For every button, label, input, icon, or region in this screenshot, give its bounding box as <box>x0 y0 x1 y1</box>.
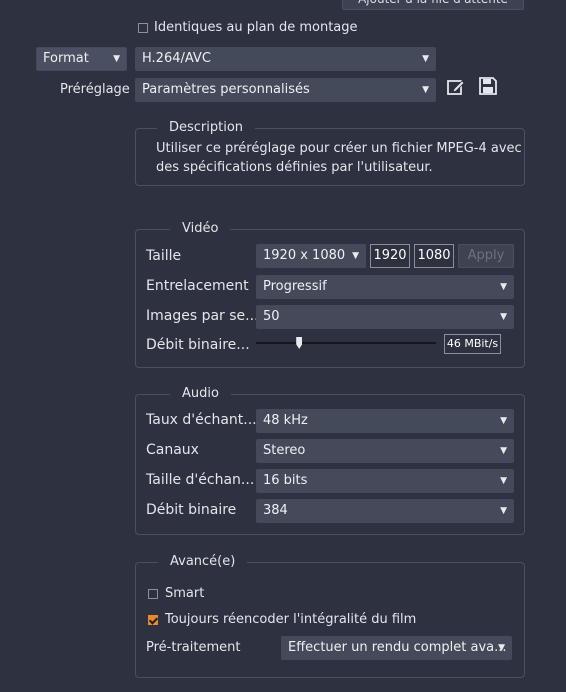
advanced-legend: Avancé(e) <box>158 554 248 570</box>
format-dropdown-label: Format <box>43 51 89 66</box>
smart-checkbox[interactable] <box>148 589 158 599</box>
description-groupbox <box>135 128 525 186</box>
video-width-input[interactable]: 1920 <box>370 244 410 268</box>
video-legend: Vidéo <box>170 221 231 237</box>
chevron-down-icon: ▼ <box>500 446 507 456</box>
samplerate-label: Taux d'échant... <box>146 412 257 428</box>
samplesize-dropdown[interactable]: 16 bits ▼ <box>256 469 514 493</box>
interlace-value: Progressif <box>263 279 327 294</box>
audio-legend: Audio <box>170 386 231 402</box>
save-icon[interactable] <box>478 76 498 96</box>
video-size-dropdown[interactable]: 1920 x 1080 ▼ <box>256 244 366 268</box>
reencode-checkbox[interactable] <box>148 615 158 625</box>
pretreatment-value: Effectuer un rendu complet ava... <box>288 640 507 655</box>
fps-dropdown[interactable]: 50 ▼ <box>256 305 514 329</box>
chevron-down-icon: ▼ <box>422 85 429 95</box>
chevron-down-icon: ▼ <box>500 312 507 322</box>
chevron-down-icon: ▼ <box>352 251 359 261</box>
add-to-queue-button[interactable]: Ajouter à la file d'attente <box>342 0 524 10</box>
codec-value: H.264/AVC <box>142 51 211 66</box>
chevron-down-icon: ▼ <box>498 643 505 653</box>
codec-dropdown[interactable]: H.264/AVC ▼ <box>135 47 436 71</box>
video-bitrate-value: 46 MBit/s <box>444 334 501 354</box>
samplerate-dropdown[interactable]: 48 kHz ▼ <box>256 409 514 433</box>
samplesize-value: 16 bits <box>263 473 308 488</box>
chevron-down-icon: ▼ <box>500 416 507 426</box>
fps-label: Images par se... <box>146 308 259 324</box>
reencode-label: Toujours réencoder l'intégralité du film <box>165 612 417 627</box>
video-size-value: 1920 x 1080 <box>263 248 346 263</box>
channels-value: Stereo <box>263 443 306 458</box>
chevron-down-icon: ▼ <box>500 282 507 292</box>
audio-bitrate-label: Débit binaire <box>146 502 237 518</box>
video-height-input[interactable]: 1080 <box>414 244 454 268</box>
video-bitrate-label: Débit binaire... <box>146 337 250 353</box>
channels-label: Canaux <box>146 442 199 458</box>
fps-value: 50 <box>263 309 280 324</box>
preset-label: Préréglage <box>60 82 130 97</box>
video-size-label: Taille <box>146 248 182 264</box>
channels-dropdown[interactable]: Stereo ▼ <box>256 439 514 463</box>
description-text-line2: des spécifications définies par l'utilis… <box>156 160 433 175</box>
interlace-label: Entrelacement <box>146 278 249 294</box>
chevron-down-icon: ▼ <box>500 506 507 516</box>
preset-dropdown[interactable]: Paramètres personnalisés ▼ <box>135 78 436 102</box>
preset-value: Paramètres personnalisés <box>142 82 310 97</box>
samplerate-value: 48 kHz <box>263 413 308 428</box>
format-dropdown[interactable]: Format ▼ <box>36 47 127 71</box>
pretreatment-label: Pré-traitement <box>146 640 241 655</box>
video-bitrate-slider-track[interactable] <box>256 342 436 344</box>
chevron-down-icon: ▼ <box>422 54 429 64</box>
same-as-timeline-label: Identiques au plan de montage <box>154 20 358 35</box>
pretreatment-dropdown[interactable]: Effectuer un rendu complet ava... ▼ <box>281 636 512 660</box>
audio-bitrate-value: 384 <box>263 503 288 518</box>
apply-button[interactable]: Apply <box>458 244 514 268</box>
smart-label: Smart <box>165 586 205 601</box>
chevron-down-icon: ▼ <box>113 54 120 64</box>
samplesize-label: Taille d'échan... <box>146 472 255 488</box>
chevron-down-icon: ▼ <box>500 476 507 486</box>
audio-bitrate-dropdown[interactable]: 384 ▼ <box>256 499 514 523</box>
description-legend: Description <box>157 120 256 136</box>
interlace-dropdown[interactable]: Progressif ▼ <box>256 275 514 299</box>
same-as-timeline-checkbox[interactable] <box>138 23 148 33</box>
description-text-line1: Utiliser ce préréglage pour créer un fic… <box>156 141 522 156</box>
edit-icon[interactable] <box>446 77 466 97</box>
